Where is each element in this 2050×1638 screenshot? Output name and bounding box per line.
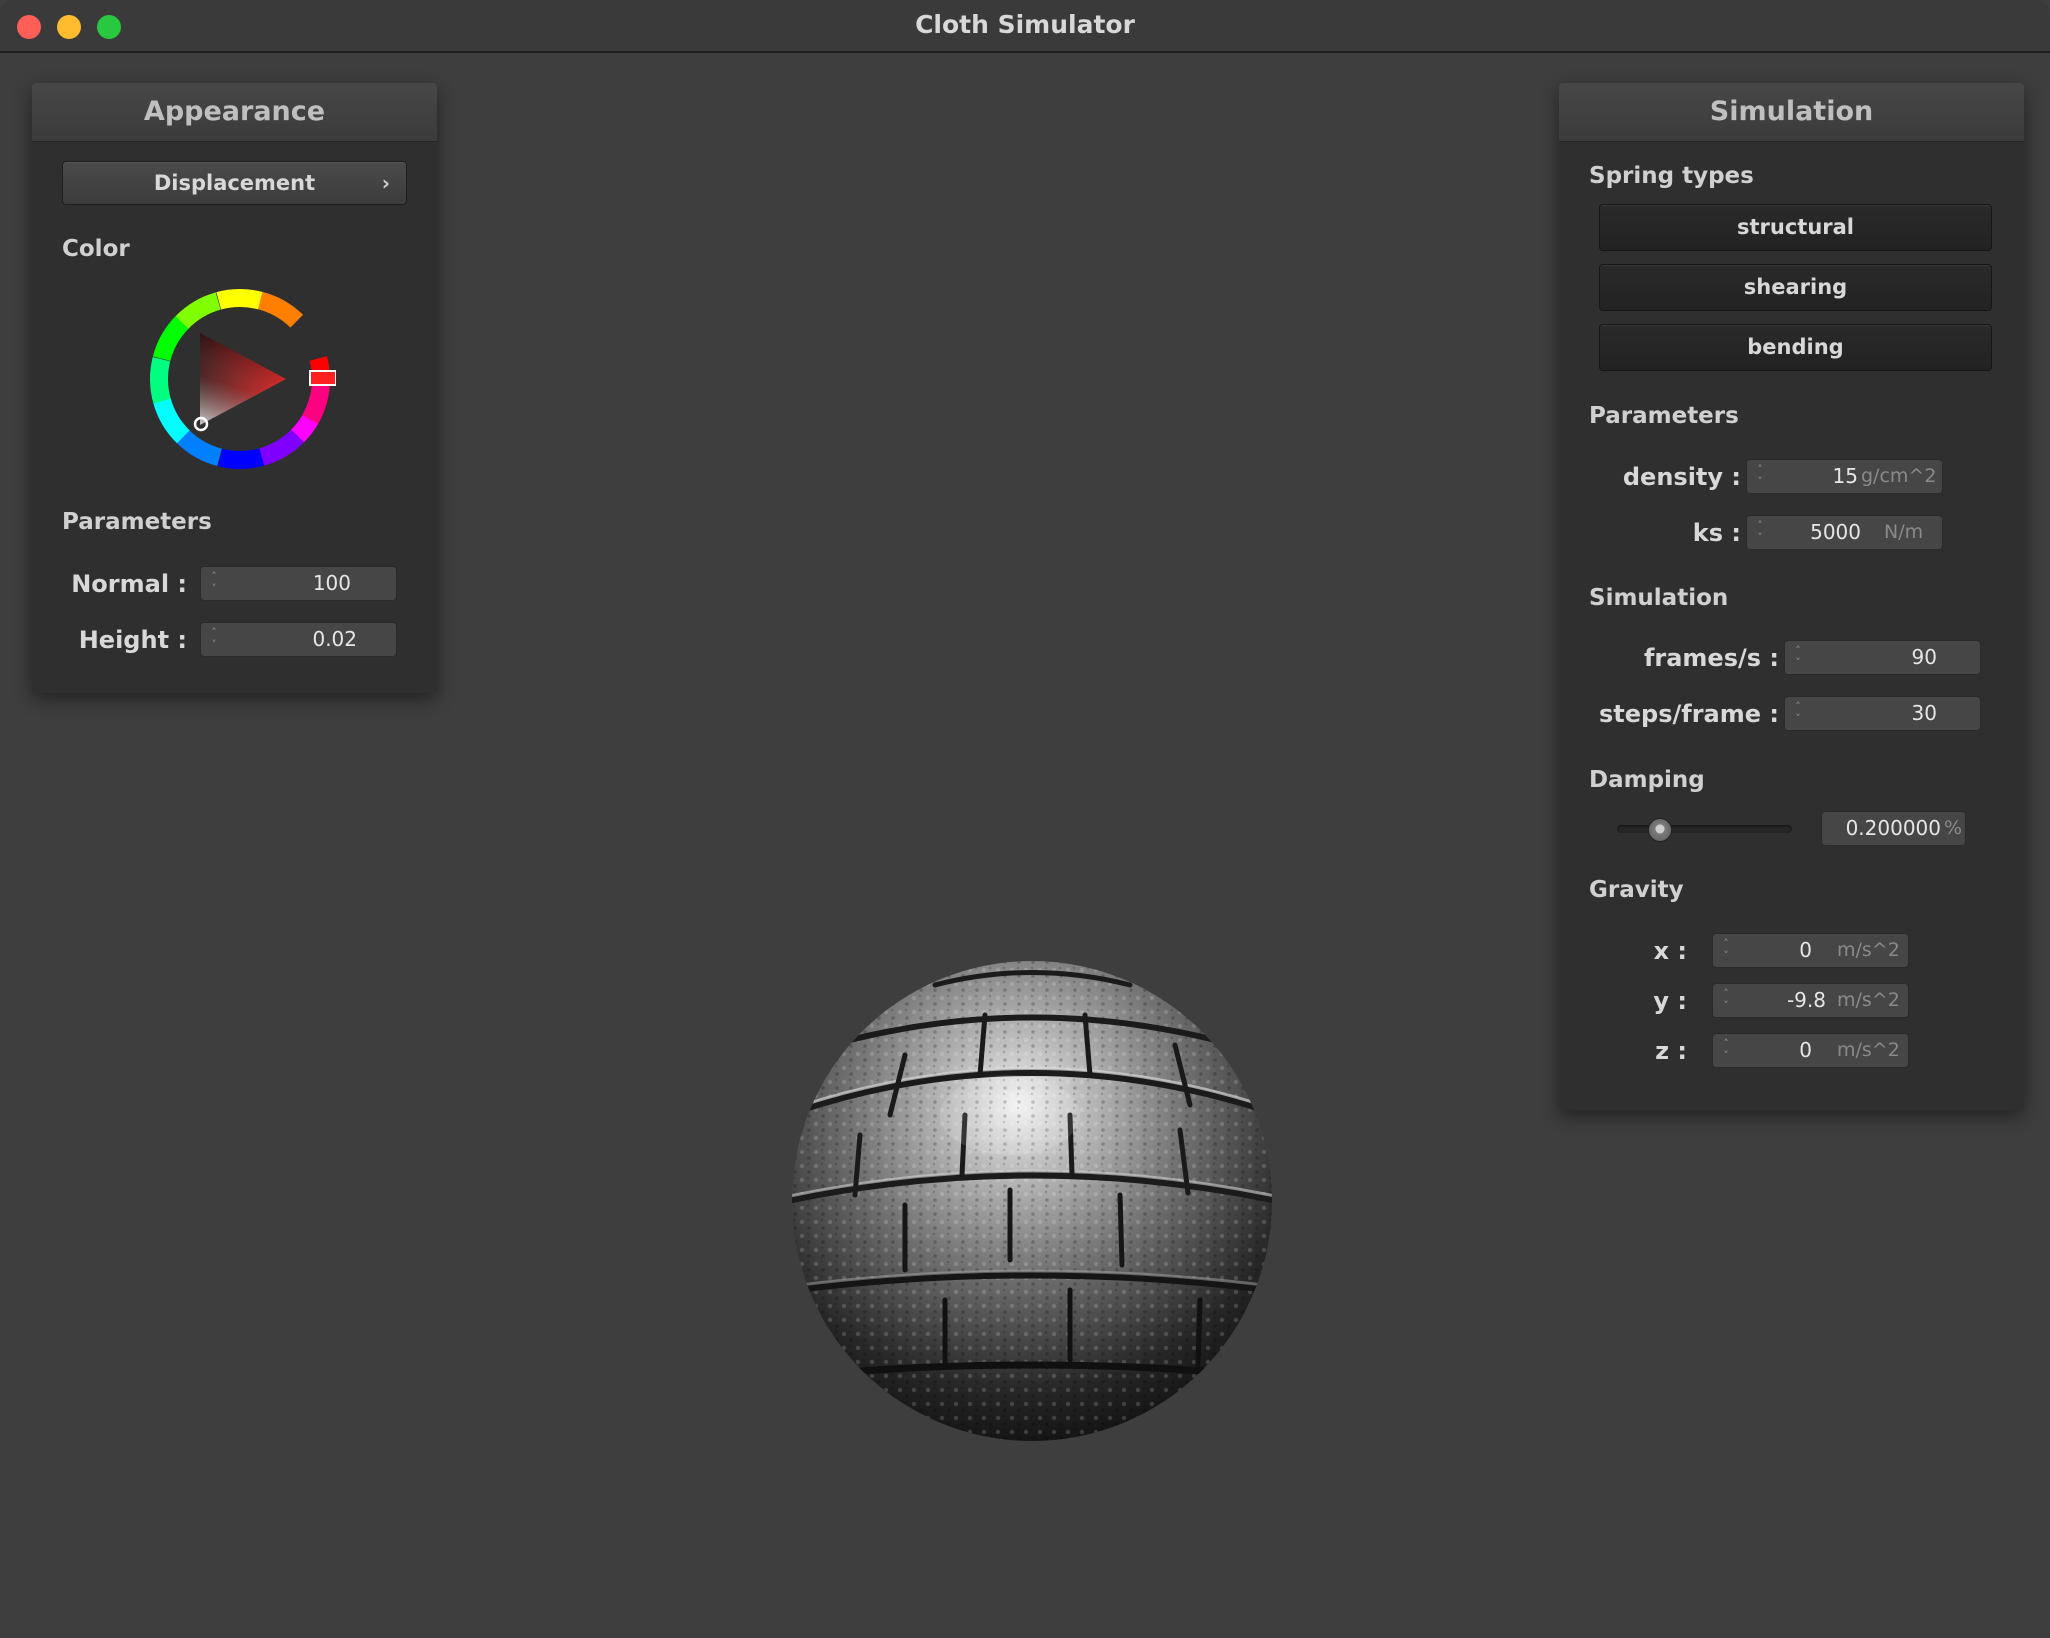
window-title: Cloth Simulator — [915, 10, 1135, 39]
gravity-y-value: -9.8 — [1786, 988, 1826, 1012]
simulation-parameters-label: Parameters — [1589, 403, 1739, 429]
damping-slider-knob[interactable] — [1648, 818, 1672, 842]
gravity-z-label: z : — [1655, 1037, 1687, 1065]
steps-label: steps/frame : — [1599, 700, 1779, 728]
height-input[interactable]: ˄ ˅ 0.02 — [200, 622, 397, 657]
simulation-section-label: Simulation — [1589, 585, 1729, 611]
shader-select-label: Displacement — [153, 171, 316, 195]
damping-slider-track — [1617, 825, 1792, 833]
gravity-x-spinner-icon[interactable]: ˄ ˅ — [1721, 938, 1731, 963]
height-value: 0.02 — [312, 627, 357, 651]
hue-selector-handle[interactable] — [309, 370, 336, 386]
damping-value: 0.200000 — [1845, 816, 1941, 840]
normal-spinner-icon[interactable]: ˄ ˅ — [209, 571, 219, 596]
app-window: Cloth Simulator Appearance Displacement … — [0, 0, 2050, 1638]
chevron-right-icon: › — [381, 171, 390, 195]
simulation-panel: Simulation Spring types structural shear… — [1559, 83, 2024, 1110]
shader-select-button[interactable]: Displacement › — [62, 161, 407, 205]
gravity-z-spinner-icon[interactable]: ˄ ˅ — [1721, 1038, 1731, 1063]
ks-input[interactable]: ˄ ˅ 5000 N/m — [1746, 515, 1943, 550]
density-value: 15 — [1832, 464, 1858, 488]
spring-bending-label: bending — [1747, 335, 1844, 359]
gravity-y-spinner-icon[interactable]: ˄ ˅ — [1721, 988, 1731, 1013]
title-bar[interactable]: Cloth Simulator — [0, 0, 2050, 53]
gravity-y-unit: m/s^2 — [1837, 989, 1900, 1011]
textured-sphere — [792, 961, 1272, 1441]
ks-spinner-icon[interactable]: ˄ ˅ — [1755, 520, 1765, 545]
spring-structural-button[interactable]: structural — [1599, 204, 1992, 251]
density-label: density : — [1622, 463, 1741, 491]
gravity-x-value: 0 — [1799, 938, 1812, 962]
gravity-y-label: y : — [1653, 987, 1687, 1015]
color-wheel[interactable] — [146, 285, 336, 475]
fps-label: frames/s : — [1643, 644, 1779, 672]
gravity-x-label: x : — [1653, 937, 1687, 965]
spring-shearing-button[interactable]: shearing — [1599, 264, 1992, 311]
fps-value: 90 — [1911, 645, 1937, 669]
simulation-panel-header[interactable]: Simulation — [1559, 83, 2024, 142]
spring-shearing-label: shearing — [1743, 275, 1848, 299]
appearance-panel-header[interactable]: Appearance — [32, 83, 437, 142]
appearance-panel: Appearance Displacement › Color Paramete… — [32, 83, 437, 693]
spring-types-label: Spring types — [1589, 163, 1754, 189]
normal-label: Normal : — [71, 570, 187, 598]
height-label: Height : — [78, 626, 187, 654]
ks-label: ks : — [1692, 519, 1741, 547]
damping-label: Damping — [1589, 767, 1705, 793]
gravity-z-unit: m/s^2 — [1837, 1039, 1900, 1061]
damping-input[interactable]: 0.200000 % — [1821, 811, 1966, 846]
density-unit: g/cm^2 — [1861, 465, 1937, 487]
gravity-y-input[interactable]: ˄ ˅ -9.8 m/s^2 — [1712, 983, 1909, 1018]
damping-unit: % — [1944, 817, 1963, 839]
fps-input[interactable]: ˄ ˅ 90 — [1784, 640, 1981, 675]
gravity-label: Gravity — [1589, 877, 1684, 903]
appearance-parameters-label: Parameters — [62, 509, 212, 535]
normal-value: 100 — [312, 571, 351, 595]
gravity-x-unit: m/s^2 — [1837, 939, 1900, 961]
damping-slider[interactable] — [1617, 817, 1792, 842]
height-spinner-icon[interactable]: ˄ ˅ — [209, 627, 219, 652]
fps-spinner-icon[interactable]: ˄ ˅ — [1793, 645, 1803, 670]
gravity-x-input[interactable]: ˄ ˅ 0 m/s^2 — [1712, 933, 1909, 968]
gravity-z-input[interactable]: ˄ ˅ 0 m/s^2 — [1712, 1033, 1909, 1068]
density-input[interactable]: ˄ ˅ 15 g/cm^2 — [1746, 459, 1943, 494]
steps-value: 30 — [1911, 701, 1937, 725]
normal-input[interactable]: ˄ ˅ 100 — [200, 566, 397, 601]
spring-bending-button[interactable]: bending — [1599, 324, 1992, 371]
color-section-label: Color — [62, 236, 130, 262]
ks-value: 5000 — [1810, 520, 1861, 544]
density-spinner-icon[interactable]: ˄ ˅ — [1755, 464, 1765, 489]
gravity-z-value: 0 — [1799, 1038, 1812, 1062]
steps-spinner-icon[interactable]: ˄ ˅ — [1793, 701, 1803, 726]
steps-input[interactable]: ˄ ˅ 30 — [1784, 696, 1981, 731]
ks-unit: N/m — [1884, 521, 1924, 543]
spring-structural-label: structural — [1736, 215, 1854, 239]
